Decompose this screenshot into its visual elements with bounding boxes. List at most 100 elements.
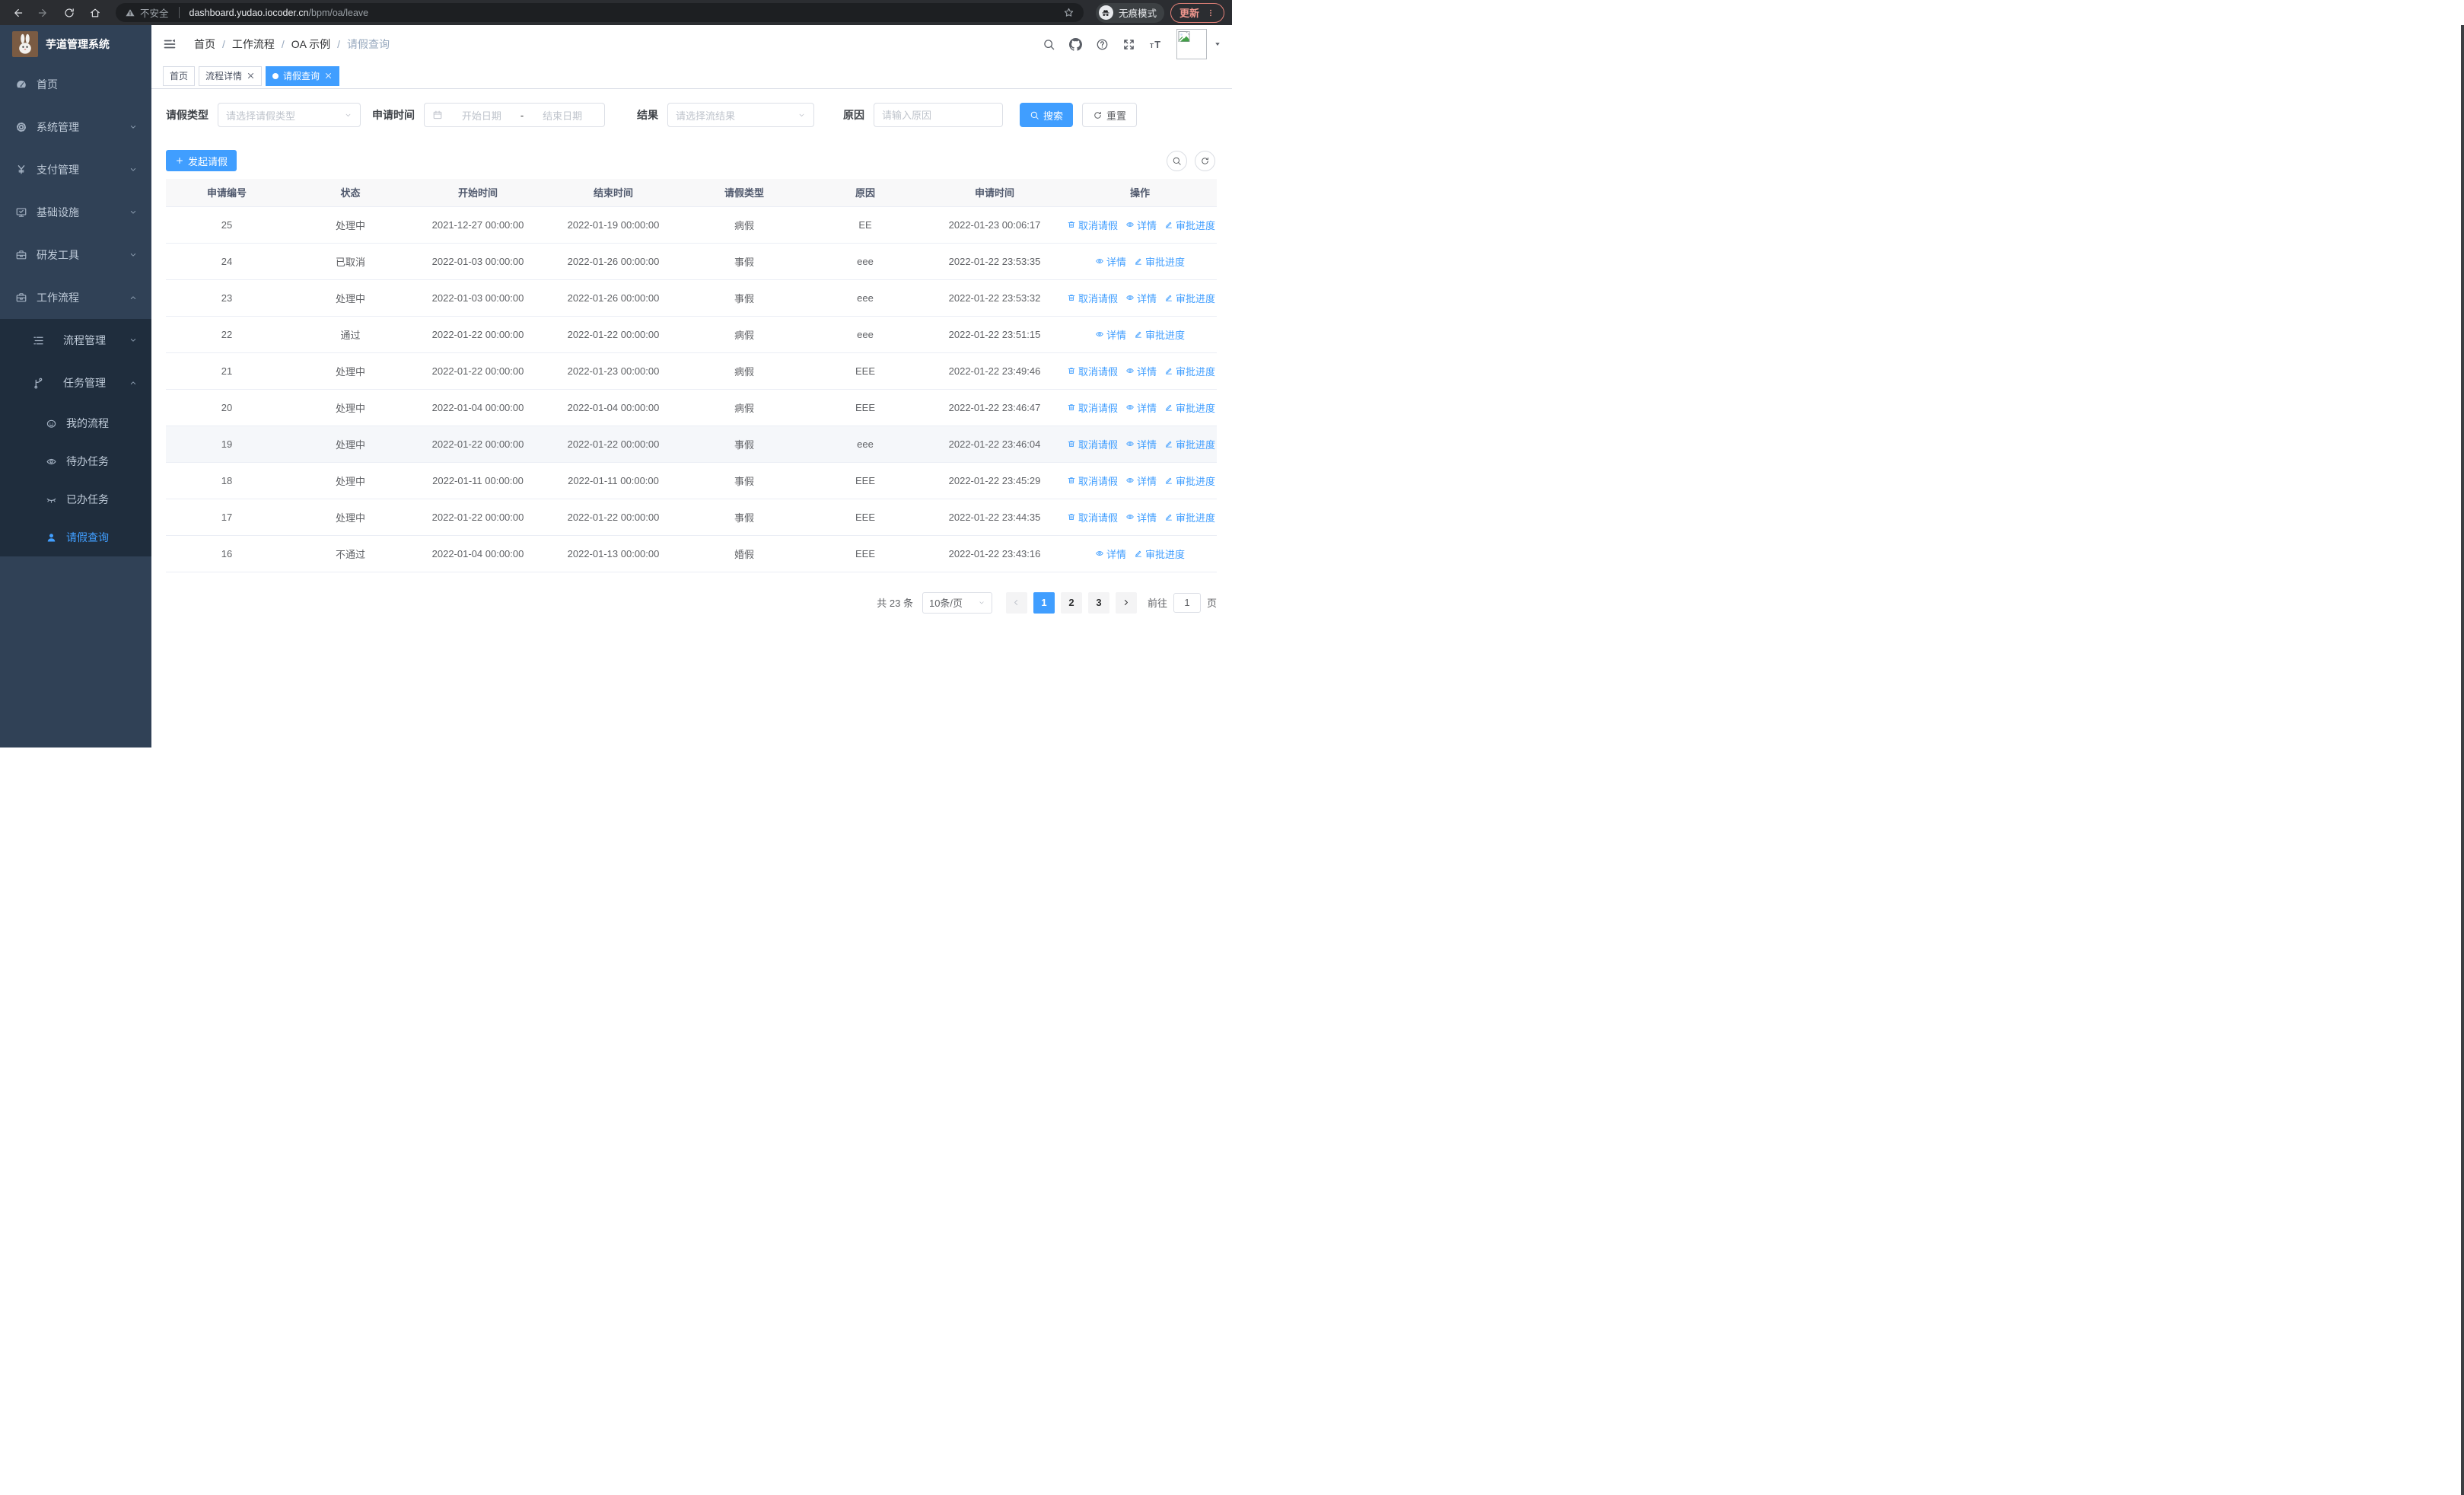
svg-text:T: T (1154, 39, 1160, 50)
close-icon[interactable] (247, 72, 255, 80)
cell: 2022-01-23 00:06:17 (926, 206, 1063, 244)
approval-progress-link[interactable]: 审批进度 (1134, 254, 1185, 269)
cancel-leave-link[interactable]: 取消请假 (1067, 400, 1118, 415)
prev-page-button[interactable] (1005, 591, 1027, 614)
reason-input[interactable] (882, 109, 995, 121)
show-search-button[interactable] (1167, 150, 1187, 171)
avatar[interactable] (1176, 29, 1207, 59)
back-icon[interactable] (8, 3, 27, 23)
actions-cell: 取消请假 详情 审批进度 (1063, 426, 1217, 463)
end-date-input[interactable]: 结束日期 (528, 108, 597, 123)
page-button[interactable]: 1 (1033, 591, 1055, 614)
refresh-button[interactable] (1195, 150, 1215, 171)
approval-progress-link[interactable]: 审批进度 (1164, 218, 1215, 232)
sidebar-item[interactable]: 系统管理 (0, 106, 151, 148)
question-button[interactable] (1089, 38, 1116, 51)
forward-icon[interactable] (33, 3, 53, 23)
browser-update-button[interactable]: 更新 (1170, 2, 1224, 23)
leave-type-select[interactable]: 请选择请假类型 (218, 103, 361, 127)
refresh-icon (1093, 110, 1103, 120)
app-logo[interactable]: 芋道管理系统 (0, 25, 151, 63)
apply-time-range-picker[interactable]: 开始日期 - 结束日期 (424, 103, 605, 127)
github-button[interactable] (1062, 37, 1089, 51)
fullscreen-button[interactable] (1116, 38, 1142, 51)
sidebar-item[interactable]: 基础设施 (0, 191, 151, 234)
reset-button[interactable]: 重置 (1082, 103, 1138, 127)
next-page-button[interactable] (1115, 591, 1137, 614)
search-button[interactable]: 搜索 (1020, 103, 1074, 127)
detail-link[interactable]: 详情 (1095, 327, 1126, 342)
approval-progress-link[interactable]: 审批进度 (1164, 473, 1215, 488)
detail-link[interactable]: 详情 (1125, 291, 1157, 305)
detail-link[interactable]: 详情 (1125, 510, 1157, 524)
cancel-leave-link-label: 取消请假 (1078, 402, 1119, 414)
sidebar-menu: 首页 系统管理 支付管理 基础设施 研发工具工作流程流程管理 任务管理 我的流程 待办任务 已办… (0, 63, 151, 556)
cancel-leave-link[interactable]: 取消请假 (1067, 364, 1118, 378)
sidebar-item[interactable]: 待办任务 (0, 442, 151, 480)
bookmark-star-icon[interactable] (1063, 7, 1074, 18)
reload-icon[interactable] (59, 3, 79, 23)
result-label: 结果 (637, 109, 658, 121)
detail-link[interactable]: 详情 (1125, 218, 1157, 232)
approval-progress-link[interactable]: 审批进度 (1164, 510, 1215, 524)
approval-progress-link[interactable]: 审批进度 (1134, 547, 1185, 561)
tab-首页[interactable]: 首页 (163, 65, 196, 86)
font-size-button[interactable]: TT (1142, 38, 1169, 51)
sidebar-toggle[interactable] (151, 25, 188, 63)
approval-progress-link[interactable]: 审批进度 (1164, 400, 1215, 415)
sidebar-item[interactable]: 流程管理 (0, 319, 151, 362)
detail-link[interactable]: 详情 (1095, 547, 1126, 561)
cell: 2022-01-11 00:00:00 (413, 462, 543, 499)
detail-link[interactable]: 详情 (1125, 400, 1157, 415)
tab-流程详情[interactable]: 流程详情 (199, 65, 263, 86)
cell: EEE (804, 389, 926, 426)
window-scrollbar[interactable] (2461, 25, 2464, 1495)
detail-link[interactable]: 详情 (1095, 254, 1126, 269)
sidebar-item[interactable]: 我的流程 (0, 404, 151, 442)
cancel-leave-link[interactable]: 取消请假 (1067, 291, 1118, 305)
sidebar-item[interactable]: 工作流程 (0, 276, 151, 319)
cancel-leave-link[interactable]: 取消请假 (1067, 510, 1118, 524)
detail-link[interactable]: 详情 (1125, 473, 1157, 488)
sidebar-item-label: 工作流程 (37, 292, 79, 304)
cancel-leave-link[interactable]: 取消请假 (1067, 437, 1118, 451)
page-button[interactable]: 3 (1087, 591, 1109, 614)
approval-progress-link[interactable]: 审批进度 (1164, 291, 1215, 305)
result-select[interactable]: 请选择流结果 (667, 103, 814, 127)
breadcrumb: 首页 / 工作流程 / OA 示例 / 请假查询 (194, 37, 390, 52)
page-button[interactable]: 2 (1060, 591, 1082, 614)
cell: 2022-01-22 23:46:04 (926, 426, 1063, 463)
goto-page-input[interactable] (1173, 592, 1201, 613)
search-button[interactable] (1036, 38, 1062, 51)
close-icon[interactable] (324, 72, 333, 80)
cancel-leave-link[interactable]: 取消请假 (1067, 473, 1118, 488)
detail-link[interactable]: 详情 (1125, 437, 1157, 451)
detail-link-label: 详情 (1137, 219, 1157, 231)
chevron-down-icon[interactable] (1214, 40, 1221, 48)
cancel-leave-link[interactable]: 取消请假 (1067, 218, 1118, 232)
chevron-right-icon (1122, 598, 1130, 607)
breadcrumb-item[interactable]: 工作流程 (232, 37, 275, 52)
sidebar-item[interactable]: 支付管理 (0, 148, 151, 191)
browser-menu-icon[interactable] (1206, 8, 1215, 18)
home-icon[interactable] (85, 3, 105, 23)
approval-progress-link[interactable]: 审批进度 (1134, 327, 1185, 342)
page-size-select[interactable]: 10条/页 (922, 591, 992, 614)
address-bar[interactable]: 不安全 dashboard.yudao.iocoder.cn/bpm/oa/le… (116, 3, 1084, 22)
sidebar-item[interactable]: 任务管理 (0, 362, 151, 404)
breadcrumb-item[interactable]: OA 示例 (291, 37, 330, 52)
sidebar-item[interactable]: 研发工具 (0, 234, 151, 276)
approval-progress-link[interactable]: 审批进度 (1164, 364, 1215, 378)
sidebar-item[interactable]: 请假查询 (0, 518, 151, 556)
trash-icon (1067, 293, 1076, 302)
start-date-input[interactable]: 开始日期 (447, 108, 516, 123)
create-leave-button[interactable]: 发起请假 (166, 150, 237, 171)
table-row: 16 不通过 2022-01-04 00:00:00 2022-01-13 00:00… (166, 535, 1217, 572)
breadcrumb-item[interactable]: 首页 (194, 37, 215, 52)
approval-progress-link[interactable]: 审批进度 (1164, 437, 1215, 451)
detail-link[interactable]: 详情 (1125, 364, 1157, 378)
table-row: 25 处理中 2021-12-27 00:00:00 2022-01-19 00:00… (166, 206, 1217, 244)
tab-请假查询[interactable]: 请假查询 (266, 65, 340, 86)
sidebar-item[interactable]: 已办任务 (0, 480, 151, 518)
sidebar-item[interactable]: 首页 (0, 63, 151, 106)
